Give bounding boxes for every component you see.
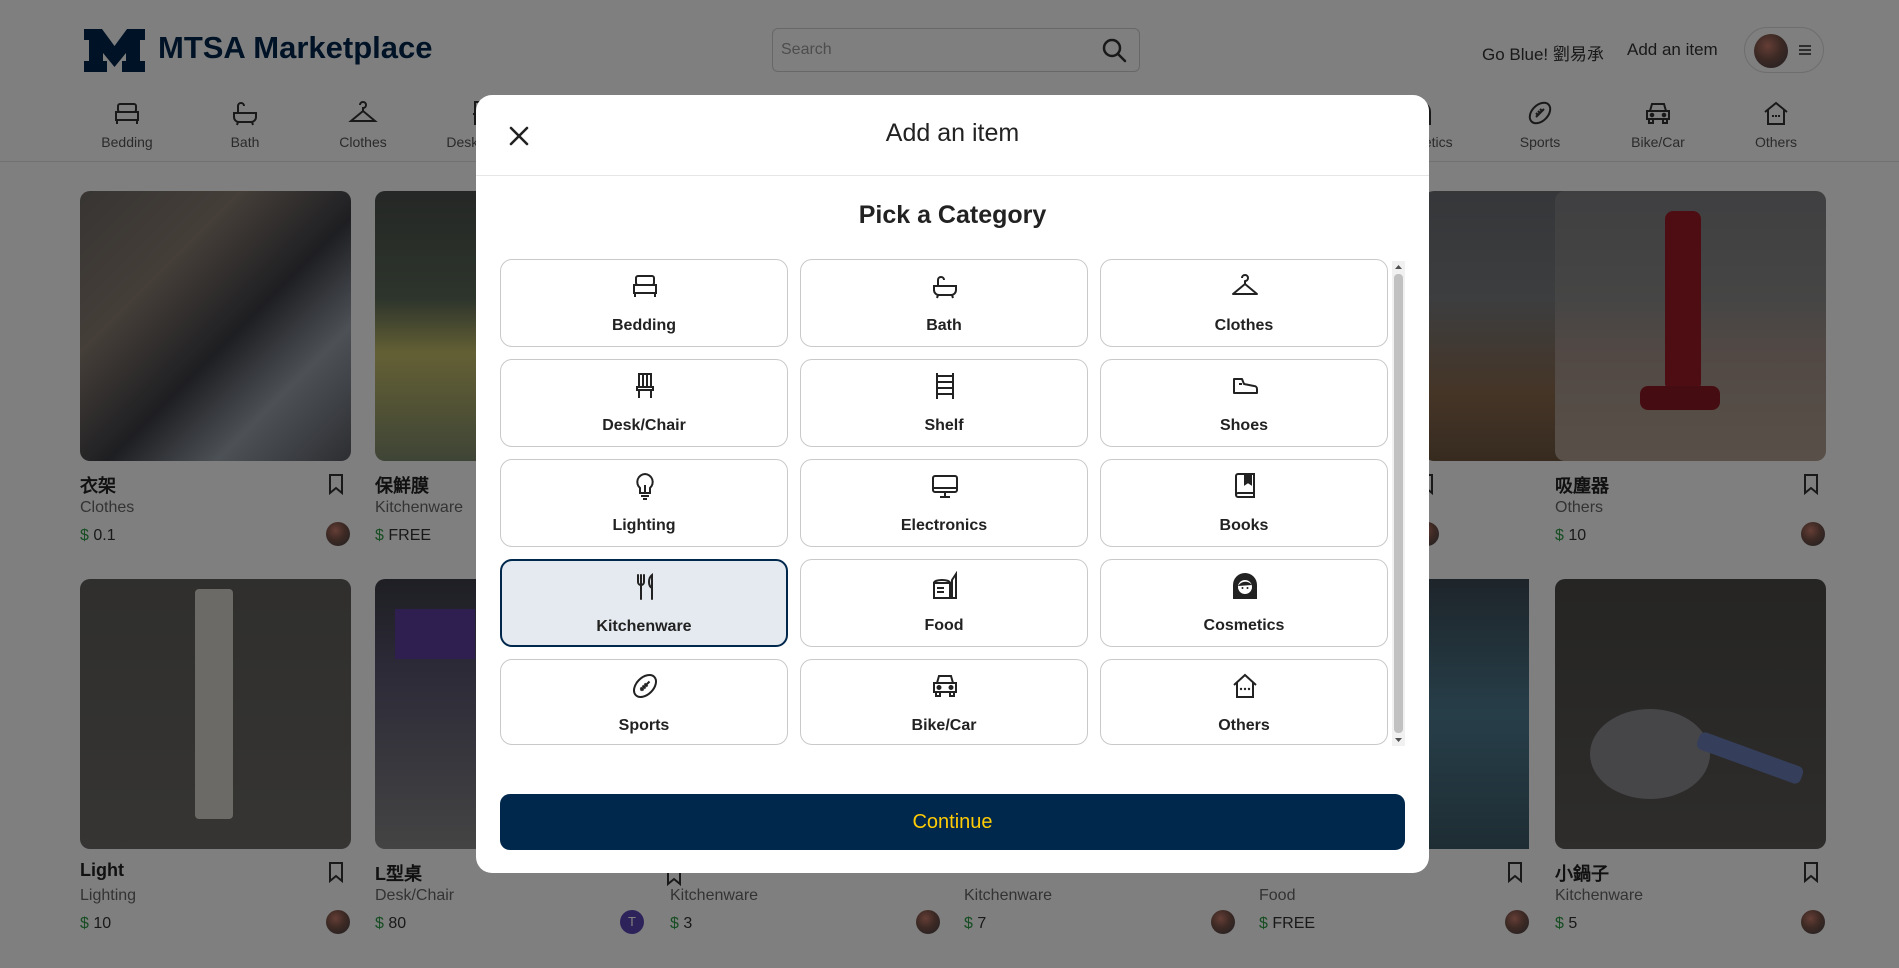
hanger-icon: [1232, 274, 1258, 295]
car-icon: [933, 675, 957, 697]
add-item-modal: Add an item Pick a Category Bedding Bath…: [476, 95, 1429, 873]
shoe-icon: [1233, 378, 1258, 394]
category-scrollbar[interactable]: [1392, 261, 1405, 746]
modal-header: Add an item: [476, 95, 1429, 176]
book-icon: [1235, 473, 1255, 498]
lightbulb-icon: [636, 472, 654, 500]
scrollbar-thumb[interactable]: [1394, 274, 1403, 733]
category-option-shelf[interactable]: Shelf: [800, 359, 1088, 447]
category-label: Lighting: [612, 517, 676, 534]
category-label: Food: [924, 617, 964, 634]
category-option-electronics[interactable]: Electronics: [800, 459, 1088, 547]
category-option-sports[interactable]: Sports: [500, 659, 788, 745]
scroll-down-arrow-icon[interactable]: [1392, 734, 1405, 746]
bed-icon: [633, 275, 657, 297]
category-label: Kitchenware: [596, 618, 692, 635]
category-label: Others: [1218, 717, 1270, 734]
category-label: Bath: [926, 317, 962, 334]
woman-face-icon: [1233, 573, 1257, 599]
category-option-food[interactable]: Food: [800, 559, 1088, 647]
modal-title: Add an item: [885, 119, 1020, 147]
category-label: Shelf: [924, 417, 964, 434]
category-label: Bedding: [612, 317, 676, 334]
home-icon: [1233, 673, 1257, 698]
pick-category-heading: Pick a Category: [858, 201, 1047, 229]
food-icon: [933, 571, 957, 599]
football-icon: [633, 674, 657, 698]
category-option-bedding[interactable]: Bedding: [500, 259, 788, 347]
category-grid: Bedding Bath Clothes Desk/Chair Shelf Sh…: [500, 259, 1388, 841]
category-option-desk-chair[interactable]: Desk/Chair: [500, 359, 788, 447]
category-option-cosmetics[interactable]: Cosmetics: [1100, 559, 1388, 647]
category-label: Bike/Car: [911, 717, 977, 734]
category-label: Clothes: [1214, 317, 1274, 334]
category-label: Cosmetics: [1203, 617, 1285, 634]
category-option-bike-car[interactable]: Bike/Car: [800, 659, 1088, 745]
category-option-bath[interactable]: Bath: [800, 259, 1088, 347]
category-option-lighting[interactable]: Lighting: [500, 459, 788, 547]
category-label: Desk/Chair: [602, 417, 686, 434]
category-option-shoes[interactable]: Shoes: [1100, 359, 1388, 447]
chair-icon: [636, 373, 654, 398]
category-option-clothes[interactable]: Clothes: [1100, 259, 1388, 347]
category-option-books[interactable]: Books: [1100, 459, 1388, 547]
category-label: Electronics: [900, 517, 988, 534]
category-label: Shoes: [1219, 417, 1268, 434]
category-label: Sports: [618, 717, 670, 734]
category-option-kitchenware[interactable]: Kitchenware: [500, 559, 788, 647]
category-label: Books: [1219, 517, 1269, 534]
category-option-others[interactable]: Others: [1100, 659, 1388, 745]
fork-knife-icon: [637, 572, 653, 600]
monitor-icon: [932, 475, 958, 498]
continue-button[interactable]: Continue: [500, 794, 1405, 850]
bathtub-icon: [933, 276, 957, 299]
scroll-up-arrow-icon[interactable]: [1392, 261, 1405, 273]
shelf-icon: [936, 373, 954, 399]
